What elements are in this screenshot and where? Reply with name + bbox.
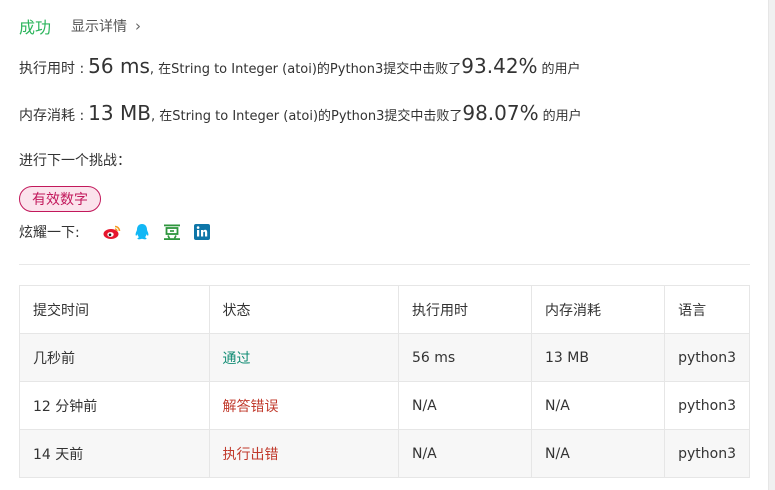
runtime-cell: N/A — [397, 381, 533, 430]
status-link[interactable]: 解答错误 — [208, 381, 399, 430]
header-memory: 内存消耗 — [531, 285, 666, 334]
submissions-table: 提交时间 状态 执行用时 内存消耗 语言 几秒前 通过 56 ms 13 MB … — [19, 285, 750, 478]
table-row: 几秒前 通过 56 ms 13 MB python3 — [19, 333, 750, 382]
header-submit-time: 提交时间 — [19, 285, 210, 334]
status-link[interactable]: 执行出错 — [208, 429, 399, 478]
runtime-suffix: 的用户 — [541, 62, 581, 77]
submit-time-cell: 12 分钟前 — [19, 381, 210, 430]
submit-time-cell: 几秒前 — [19, 333, 210, 382]
douban-icon[interactable] — [162, 222, 182, 242]
share-label: 炫耀一下: — [19, 225, 80, 241]
weibo-icon[interactable] — [102, 222, 122, 242]
linkedin-icon[interactable] — [192, 222, 212, 242]
memory-label: 内存消耗 : — [19, 108, 85, 124]
memory-cell: N/A — [531, 381, 666, 430]
table-row: 14 天前 执行出错 N/A N/A python3 — [19, 429, 750, 478]
memory-cell: 13 MB — [531, 333, 666, 382]
qq-icon[interactable] — [132, 222, 152, 242]
runtime-value: 56 ms — [88, 54, 150, 78]
memory-percent: 98.07% — [462, 101, 539, 125]
language-cell: python3 — [664, 333, 750, 382]
language-cell: python3 — [664, 381, 750, 430]
memory-cell: N/A — [531, 429, 666, 478]
runtime-cell: 56 ms — [397, 333, 533, 382]
divider — [19, 264, 750, 265]
language-cell: python3 — [664, 429, 750, 478]
show-details-label: 显示详情 — [71, 19, 128, 35]
memory-text: , 在String to Integer (atoi)的Python3提交中击败… — [150, 109, 463, 124]
next-challenge-tag[interactable]: 有效数字 — [19, 186, 101, 212]
runtime-metric: 执行用时 : 56 ms , 在String to Integer (atoi)… — [19, 54, 581, 78]
share-row: 炫耀一下: — [19, 222, 222, 242]
submit-time-cell: 14 天前 — [19, 429, 210, 478]
memory-metric: 内存消耗 : 13 MB , 在String to Integer (atoi)… — [19, 101, 582, 125]
result-status: 成功 — [19, 18, 52, 37]
runtime-label: 执行用时 : — [19, 61, 85, 77]
scrollbar[interactable] — [768, 0, 775, 490]
memory-suffix: 的用户 — [542, 109, 582, 124]
header-status: 状态 — [208, 285, 399, 334]
runtime-cell: N/A — [397, 429, 533, 478]
header-language: 语言 — [664, 285, 750, 334]
runtime-text: , 在String to Integer (atoi)的Python3提交中击败… — [149, 62, 462, 77]
chevron-right-icon: › — [135, 17, 142, 35]
memory-value: 13 MB — [88, 101, 151, 125]
table-row: 12 分钟前 解答错误 N/A N/A python3 — [19, 381, 750, 430]
next-challenge-colon: ： — [117, 153, 131, 169]
show-details-link[interactable]: 显示详情 › — [71, 16, 141, 36]
header-runtime: 执行用时 — [397, 285, 533, 334]
table-header-row: 提交时间 状态 执行用时 内存消耗 语言 — [19, 285, 750, 334]
next-challenge-tag-label: 有效数字 — [32, 192, 88, 208]
status-link[interactable]: 通过 — [208, 333, 399, 382]
next-challenge-label: 进行下一个挑战 — [19, 153, 117, 169]
next-challenge-heading: 进行下一个挑战： — [19, 150, 131, 170]
result-header: 成功 显示详情 › — [19, 14, 141, 38]
runtime-percent: 93.42% — [461, 54, 538, 78]
